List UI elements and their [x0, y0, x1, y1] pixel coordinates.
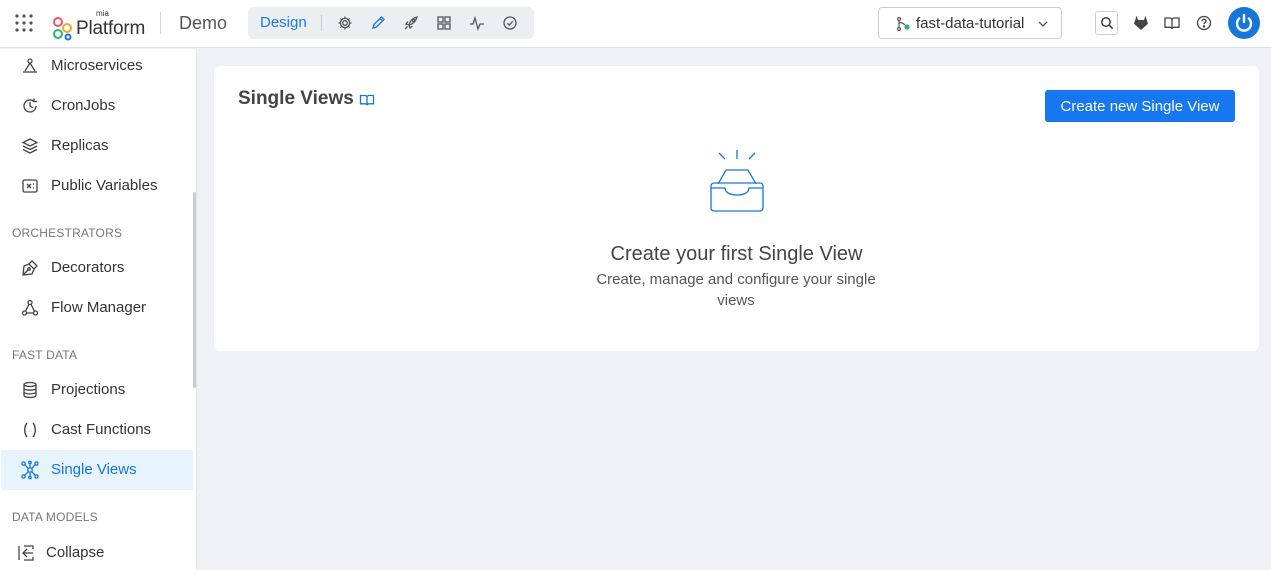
header-divider [160, 12, 161, 34]
apps-grid-icon[interactable] [14, 13, 34, 33]
sidebar-item-public-variables[interactable]: Public Variables [1, 166, 193, 206]
gitlab-icon[interactable] [1132, 14, 1150, 32]
sidebar-item-label: Single Views [51, 461, 137, 478]
chevron-down-icon [1038, 21, 1048, 27]
gear-icon[interactable] [337, 15, 353, 31]
check-circle-icon[interactable] [502, 15, 518, 31]
sidebar-item-label: Replicas [51, 137, 109, 154]
sidebar: Microservices CronJobs Replicas Public V… [0, 49, 197, 570]
git-branch-icon [896, 16, 910, 32]
create-single-view-button[interactable]: Create new Single View [1045, 90, 1235, 122]
search-icon [1101, 17, 1114, 30]
sidebar-item-label: Cast Functions [51, 421, 152, 438]
activity-icon[interactable] [469, 15, 485, 31]
single-views-card: Single Views Create new Single View Crea… [214, 66, 1259, 351]
sidebar-item-flow-manager[interactable]: Flow Manager [1, 288, 193, 328]
mode-switcher: Design [248, 7, 534, 39]
sidebar-item-projections[interactable]: Projections [1, 370, 193, 410]
pen-tool-icon [22, 260, 38, 276]
sidebar-item-label: Projections [51, 381, 126, 398]
network-icon [21, 460, 39, 480]
branch-selector[interactable]: fast-data-tutorial [878, 7, 1062, 39]
mode-divider [321, 15, 322, 31]
layers-icon [21, 138, 39, 154]
empty-inbox-icon [710, 150, 764, 212]
pencil-icon[interactable] [370, 15, 386, 31]
mode-design-tab[interactable]: Design [260, 14, 307, 32]
collapse-sidebar-button[interactable]: Collapse [1, 533, 193, 570]
rocket-icon[interactable] [403, 15, 419, 31]
documentation-book-icon[interactable] [359, 92, 375, 108]
sidebar-item-label: Flow Manager [51, 299, 147, 316]
flow-icon [21, 299, 39, 316]
sidebar-item-microservices[interactable]: Microservices [1, 49, 193, 86]
sidebar-item-label: CronJobs [51, 97, 116, 114]
sidebar-item-cronjobs[interactable]: CronJobs [1, 86, 193, 126]
top-bar: mia Platform Demo Design fast-data-tutor… [0, 0, 1271, 48]
sidebar-scrollbar[interactable] [193, 192, 196, 388]
sidebar-item-label: Microservices [51, 57, 143, 74]
project-name[interactable]: Demo [179, 12, 227, 34]
cronjob-icon [23, 98, 37, 113]
dashboard-icon[interactable] [436, 15, 452, 31]
logo-text: Platform [76, 18, 146, 39]
microservices-icon [23, 58, 37, 73]
sidebar-item-label: Decorators [51, 259, 125, 276]
section-fast-data: FAST DATA [12, 348, 78, 362]
mia-logo-icon [53, 17, 72, 41]
sidebar-item-replicas[interactable]: Replicas [1, 126, 193, 166]
mia-platform-logo[interactable]: mia Platform [52, 7, 145, 41]
database-icon [23, 381, 37, 399]
collapse-icon [18, 545, 34, 561]
empty-state-description: Create, manage and configure your single… [596, 271, 876, 309]
sidebar-item-label: Public Variables [51, 177, 158, 194]
variables-icon [22, 179, 38, 193]
page-title: Single Views [238, 88, 354, 109]
empty-state-title: Create your first Single View [610, 243, 863, 265]
collapse-label: Collapse [46, 544, 105, 561]
parentheses-icon [24, 422, 36, 438]
help-icon[interactable] [1195, 14, 1213, 32]
book-icon[interactable] [1163, 14, 1181, 32]
sidebar-item-single-views[interactable]: Single Views [1, 450, 193, 490]
section-orchestrators: ORCHESTRATORS [12, 226, 123, 240]
logo-small-text: mia [96, 9, 109, 18]
branch-name: fast-data-tutorial [916, 15, 1025, 32]
user-avatar-icon[interactable] [1228, 7, 1260, 39]
sidebar-item-decorators[interactable]: Decorators [1, 248, 193, 288]
sidebar-item-cast-functions[interactable]: Cast Functions [1, 410, 193, 450]
search-button[interactable] [1095, 11, 1118, 35]
section-data-models: DATA MODELS [12, 510, 98, 524]
